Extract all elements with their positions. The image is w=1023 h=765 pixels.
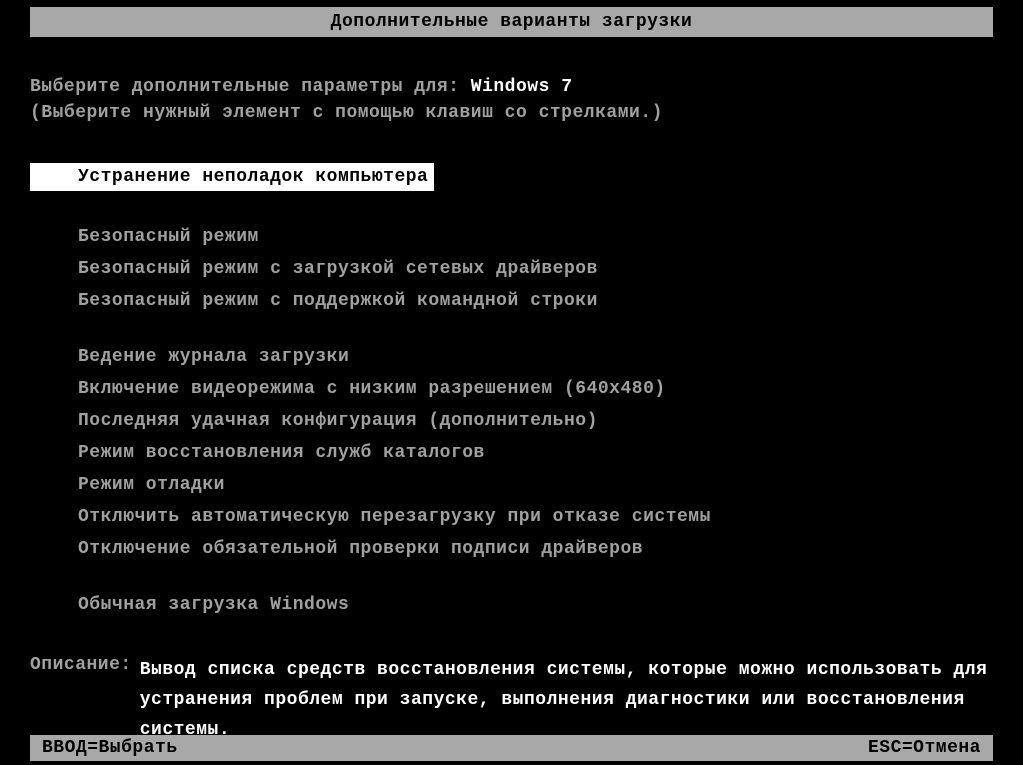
description-label: Описание: (30, 655, 132, 675)
menu-item-label: Режим восстановления служб каталогов (78, 443, 485, 463)
menu-item-disable-auto-restart[interactable]: Отключить автоматическую перезагрузку пр… (30, 503, 993, 531)
menu-item-low-res-video[interactable]: Включение видеорежима с низким разрешени… (30, 375, 993, 403)
menu-item-directory-services-restore[interactable]: Режим восстановления служб каталогов (30, 439, 993, 467)
menu-item-safe-mode[interactable]: Безопасный режим (30, 223, 993, 251)
instruction-text: (Выберите нужный элемент с помощью клави… (30, 103, 993, 123)
menu-item-label: Безопасный режим с поддержкой командной … (78, 291, 598, 311)
menu-item-last-known-good[interactable]: Последняя удачная конфигурация (дополнит… (30, 407, 993, 435)
screen-title: Дополнительные варианты загрузки (331, 12, 693, 32)
menu-item-safe-mode-command-prompt[interactable]: Безопасный режим с поддержкой командной … (30, 287, 993, 315)
menu-item-label: Включение видеорежима с низким разрешени… (78, 379, 666, 399)
footer-bar: ВВОД=Выбрать ESC=Отмена (30, 735, 993, 761)
menu-item-repair-computer[interactable]: Устранение неполадок компьютера (30, 163, 434, 191)
footer-select-hint: ВВОД=Выбрать (42, 735, 178, 761)
description-block: Описание: Вывод списка средств восстанов… (30, 655, 993, 745)
menu-item-label: Ведение журнала загрузки (78, 347, 349, 367)
content-area: Выберите дополнительные параметры для: W… (0, 37, 1023, 745)
boot-options-menu[interactable]: Устранение неполадок компьютера Безопасн… (30, 163, 993, 619)
menu-item-boot-logging[interactable]: Ведение журнала загрузки (30, 343, 993, 371)
menu-item-start-windows-normally[interactable]: Обычная загрузка Windows (30, 591, 993, 619)
menu-item-label: Режим отладки (78, 475, 225, 495)
menu-item-debugging-mode[interactable]: Режим отладки (30, 471, 993, 499)
menu-item-label: Отключение обязательной проверки подписи… (78, 539, 643, 559)
title-bar: Дополнительные варианты загрузки (30, 7, 993, 37)
menu-item-label: Обычная загрузка Windows (78, 595, 349, 615)
os-name: Windows 7 (471, 77, 573, 97)
prompt-line: Выберите дополнительные параметры для: W… (30, 77, 993, 97)
footer-cancel-hint: ESC=Отмена (868, 735, 981, 761)
description-text: Вывод списка средств восстановления сист… (140, 655, 993, 745)
menu-item-label: Безопасный режим с загрузкой сетевых дра… (78, 259, 598, 279)
menu-item-safe-mode-networking[interactable]: Безопасный режим с загрузкой сетевых дра… (30, 255, 993, 283)
menu-item-disable-driver-signature[interactable]: Отключение обязательной проверки подписи… (30, 535, 993, 563)
menu-item-label: Устранение неполадок компьютера (78, 167, 428, 187)
menu-item-label: Последняя удачная конфигурация (дополнит… (78, 411, 598, 431)
menu-item-label: Отключить автоматическую перезагрузку пр… (78, 507, 711, 527)
menu-item-label: Безопасный режим (78, 227, 259, 247)
prompt-prefix: Выберите дополнительные параметры для: (30, 77, 471, 97)
